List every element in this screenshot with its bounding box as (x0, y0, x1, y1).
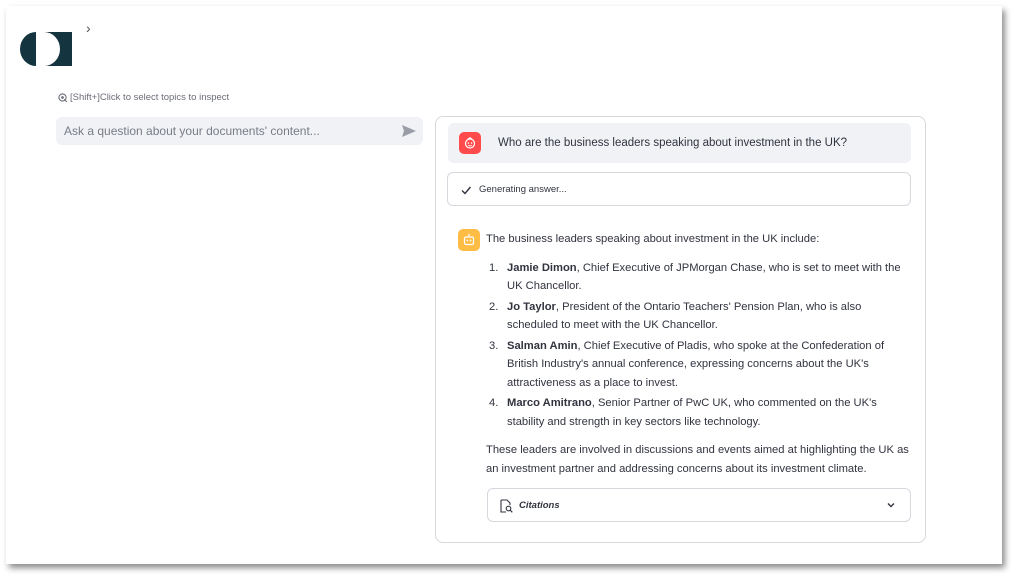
list-item: 2. Jo Taylor, President of the Ontario Te… (486, 298, 911, 335)
assistant-answer: The business leaders speaking about inve… (486, 230, 911, 478)
check-icon (461, 186, 472, 195)
chevron-down-icon (887, 503, 895, 508)
answer-intro: The business leaders speaking about inve… (486, 233, 820, 245)
status-expander[interactable]: Generating answer... (447, 172, 911, 206)
status-text: Generating answer... (479, 184, 567, 195)
list-item: 4. Marco Amitrano, Senior Partner of PwC … (486, 394, 911, 431)
app-window: › [Shift+]Click to select topics to insp… (6, 6, 1002, 564)
leader-name: Marco Amitrano (507, 397, 592, 409)
user-question-text: Who are the business leaders speaking ab… (498, 137, 848, 149)
list-item: 3. Salman Amin, Chief Executive of Pladis… (486, 337, 911, 393)
user-avatar-icon (459, 132, 481, 154)
citations-label: Citations (519, 500, 560, 511)
list-item-number: 3. (489, 339, 499, 352)
leader-description: , President of the Ontario Teachers' Pen… (507, 300, 862, 332)
target-icon (58, 93, 67, 102)
citations-expander[interactable]: Citations (487, 488, 911, 522)
chat-panel: Who are the business leaders speaking ab… (435, 116, 926, 543)
leader-name: Salman Amin (507, 339, 578, 352)
document-search-icon (500, 499, 513, 513)
leader-name: Jo Taylor (507, 300, 556, 313)
app-logo (20, 32, 72, 66)
question-box (56, 117, 423, 145)
send-icon[interactable] (401, 123, 417, 139)
list-item-number: 4. (489, 397, 499, 409)
hint-text: [Shift+]Click to select topics to inspec… (70, 92, 230, 103)
user-message: Who are the business leaders speaking ab… (448, 123, 911, 163)
answer-outro: These leaders are involved in discussion… (486, 444, 909, 475)
list-item: 1. Jamie Dimon, Chief Executive of JPMorg… (486, 259, 911, 296)
question-input[interactable] (56, 117, 391, 145)
leader-name: Jamie Dimon (507, 261, 577, 274)
list-item-number: 1. (489, 261, 499, 274)
inspect-hint: [Shift+]Click to select topics to inspec… (58, 92, 229, 103)
list-item-number: 2. (489, 300, 499, 313)
leaders-list: 1. Jamie Dimon, Chief Executive of JPMorg… (486, 259, 911, 432)
bot-avatar-icon (458, 229, 480, 251)
sidebar-toggle-button[interactable]: › (86, 20, 100, 36)
